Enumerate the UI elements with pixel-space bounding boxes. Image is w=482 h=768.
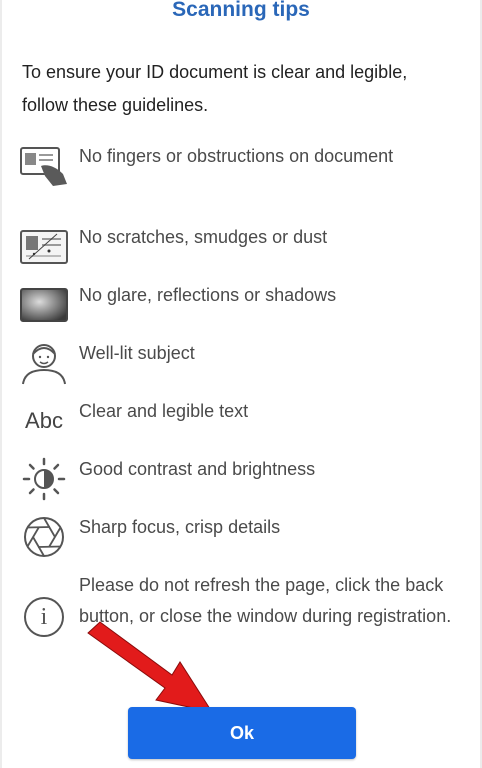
ok-button[interactable]: Ok: [128, 707, 356, 759]
red-annotation-arrow: [87, 621, 214, 713]
